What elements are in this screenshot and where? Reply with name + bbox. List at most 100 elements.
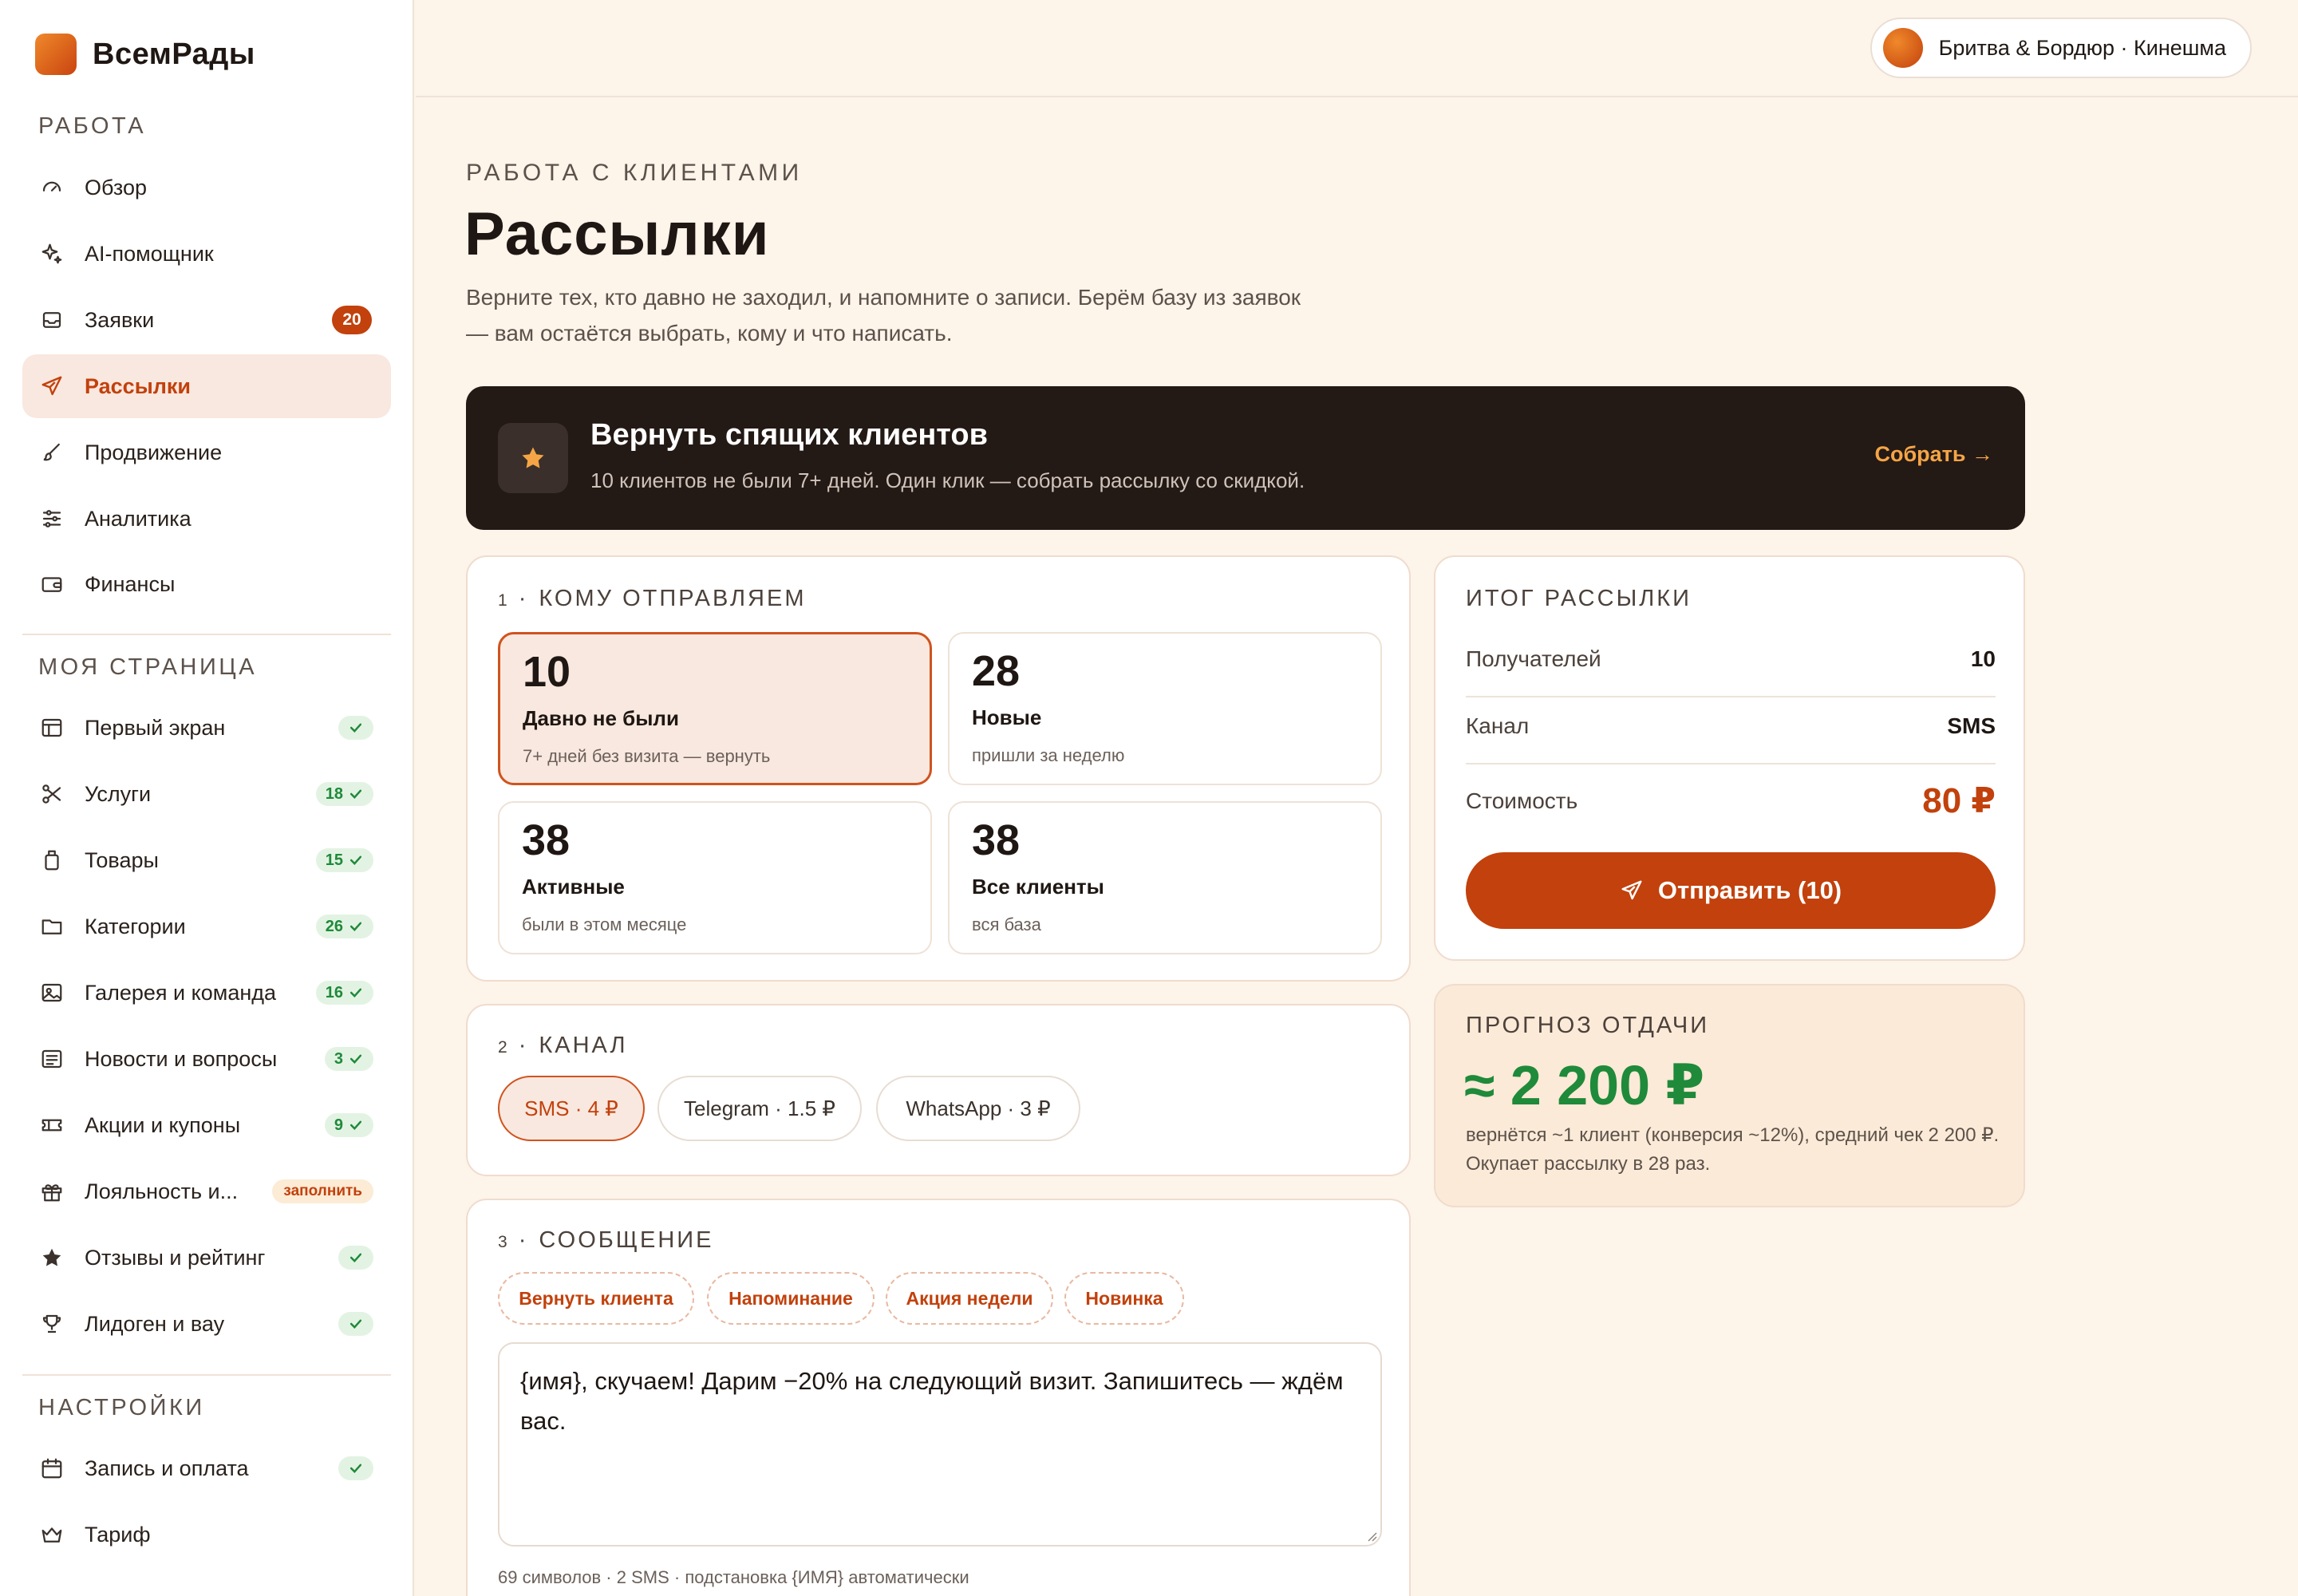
- sidebar-item-services[interactable]: Услуги 18: [22, 762, 391, 826]
- sidebar-item-label: Обзор: [85, 175, 147, 200]
- message-textarea[interactable]: {имя}, скучаем! Дарим −20% на следующий …: [498, 1342, 1382, 1547]
- status-count-badge: 3: [324, 1047, 373, 1071]
- sidebar-item-label: AI-помощник: [85, 241, 214, 266]
- sidebar-item-reviews[interactable]: Отзывы и рейтинг: [22, 1226, 391, 1290]
- sidebar-item-products[interactable]: Товары 15: [22, 828, 391, 892]
- segment-label: Новые: [972, 705, 1042, 729]
- send-button[interactable]: Отправить (10): [1466, 852, 1996, 929]
- step-title: 1 · КОМУ ОТПРАВЛЯЕМ: [498, 586, 807, 611]
- sidebar-item-mailings[interactable]: Рассылки: [22, 354, 391, 418]
- scissors-icon: [40, 782, 64, 806]
- sidebar-item-leadgen[interactable]: Лидоген и вау: [22, 1292, 391, 1356]
- segment-count: 10: [523, 648, 571, 696]
- status-count-badge: 26: [315, 915, 373, 938]
- sidebar-item-hero[interactable]: Первый экран: [22, 696, 391, 760]
- send-button-label: Отправить (10): [1657, 876, 1842, 904]
- status-complete-badge: [338, 1246, 373, 1270]
- summary-value: 10: [1970, 646, 1996, 671]
- page-title: Рассылки: [464, 200, 770, 268]
- message-card: 3 · СООБЩЕНИЕ Вернуть клиента Напоминание …: [466, 1199, 1411, 1596]
- sidebar-item-categories[interactable]: Категории 26: [22, 895, 391, 958]
- segment-description: вся база: [972, 915, 1041, 934]
- page-description: Верните тех, кто давно не заходил, и нап…: [466, 285, 1301, 346]
- crown-icon: [40, 1523, 64, 1547]
- sidebar-item-promotion[interactable]: Продвижение: [22, 421, 391, 484]
- ticket-icon: [40, 1113, 64, 1137]
- check-icon: [349, 855, 362, 865]
- sidebar-item-finance[interactable]: Финансы: [22, 552, 391, 616]
- collect-button[interactable]: Собрать →: [1875, 442, 1994, 467]
- wallet-icon: [40, 572, 64, 596]
- gift-icon: [40, 1179, 64, 1203]
- calendar-icon: [40, 1456, 64, 1480]
- segment-count: 28: [972, 647, 1021, 695]
- sidebar-item-booking-payment[interactable]: Запись и оплата: [22, 1436, 391, 1500]
- segment-all[interactable]: 38 Все клиенты вся база: [948, 801, 1382, 954]
- layout-icon: [40, 716, 64, 740]
- sliders-icon: [40, 507, 64, 531]
- sidebar-item-promos-coupons[interactable]: Акции и купоны 9: [22, 1093, 391, 1157]
- channel-telegram[interactable]: Telegram · 1.5 ₽: [657, 1076, 862, 1141]
- page-kicker: РАБОТА С КЛИЕНТАМИ: [466, 160, 803, 186]
- segment-active[interactable]: 38 Активные были в этом месяце: [498, 801, 932, 954]
- summary-title: ИТОГ РАССЫЛКИ: [1466, 586, 1692, 611]
- summary-label: Канал: [1466, 713, 1530, 738]
- check-icon: [349, 1054, 362, 1064]
- channel-whatsapp[interactable]: WhatsApp · 3 ₽: [876, 1076, 1080, 1141]
- sidebar-item-label: Товары: [85, 847, 159, 872]
- summary-row-channel: Канал SMS: [1466, 713, 1996, 739]
- summary-label: Стоимость: [1466, 788, 1578, 813]
- sidebar-item-label: Тариф: [85, 1522, 151, 1547]
- sidebar-item-overview[interactable]: Обзор: [22, 156, 391, 219]
- sidebar-item-requests[interactable]: Заявки 20: [22, 288, 391, 352]
- requests-count-badge: 20: [332, 306, 372, 334]
- summary-row-cost: Стоимость 80 ₽: [1466, 780, 1996, 821]
- sidebar-item-ai-assistant[interactable]: AI-помощник: [22, 222, 391, 286]
- image-icon: [40, 981, 64, 1005]
- resize-handle-icon[interactable]: [1364, 1529, 1377, 1542]
- template-weekly-promo[interactable]: Акция недели: [886, 1272, 1053, 1325]
- segment-lapsed[interactable]: 10 Давно не были 7+ дней без визита — ве…: [498, 632, 932, 785]
- status-count-badge: 18: [315, 782, 373, 806]
- check-icon: [349, 789, 362, 799]
- segment-count: 38: [972, 816, 1021, 864]
- segment-description: пришли за неделю: [972, 745, 1125, 765]
- forecast-description: вернётся ~1 клиент (конверсия ~12%), сре…: [1466, 1124, 2000, 1175]
- message-meta: 69 символов · 2 SMS · подстановка {ИМЯ} …: [498, 1567, 969, 1587]
- channel-card: 2 · КАНАЛ SMS · 4 ₽ Telegram · 1.5 ₽ Whats…: [466, 1004, 1411, 1176]
- template-novelty[interactable]: Новинка: [1064, 1272, 1184, 1325]
- sidebar-item-loyalty[interactable]: Лояльность и... заполнить: [22, 1159, 391, 1223]
- banner-subtitle: 10 клиентов не были 7+ дней. Один клик —…: [590, 468, 1305, 492]
- check-icon: [349, 1120, 362, 1130]
- bottle-icon: [40, 848, 64, 872]
- template-return-client[interactable]: Вернуть клиента: [498, 1272, 694, 1325]
- segment-label: Давно не были: [523, 706, 679, 730]
- summary-value: SMS: [1947, 713, 1996, 738]
- segment-description: 7+ дней без визита — вернуть: [523, 746, 771, 766]
- sidebar-item-analytics[interactable]: Аналитика: [22, 487, 391, 551]
- fill-in-badge: заполнить: [272, 1179, 373, 1203]
- summary-label: Получателей: [1466, 646, 1601, 671]
- sidebar-item-news-faq[interactable]: Новости и вопросы 3: [22, 1027, 391, 1091]
- status-complete-badge: [338, 1312, 373, 1336]
- sidebar-item-label: Услуги: [85, 781, 152, 806]
- template-reminder[interactable]: Напоминание: [707, 1272, 875, 1325]
- folder-icon: [40, 915, 64, 938]
- check-icon: [349, 922, 362, 931]
- news-icon: [40, 1047, 64, 1071]
- inbox-icon: [40, 308, 64, 332]
- banner-title: Вернуть спящих клиентов: [590, 418, 988, 452]
- brand[interactable]: ВсемРады: [35, 34, 255, 75]
- gauge-icon: [40, 176, 64, 200]
- sidebar-item-tariff[interactable]: Тариф: [22, 1503, 391, 1566]
- sidebar-item-label: Аналитика: [85, 506, 192, 531]
- channel-sms[interactable]: SMS · 4 ₽: [498, 1076, 645, 1141]
- segment-new[interactable]: 28 Новые пришли за неделю: [948, 632, 1382, 785]
- check-icon: [349, 988, 362, 998]
- status-count: 15: [325, 851, 343, 869]
- sidebar-item-label: Категории: [85, 914, 186, 938]
- sidebar-item-gallery-team[interactable]: Галерея и команда 16: [22, 961, 391, 1025]
- status-count: 16: [325, 983, 343, 1001]
- summary-divider: [1466, 696, 1996, 697]
- business-switcher[interactable]: Бритва & Бордюр · Кинешма: [1870, 18, 2252, 78]
